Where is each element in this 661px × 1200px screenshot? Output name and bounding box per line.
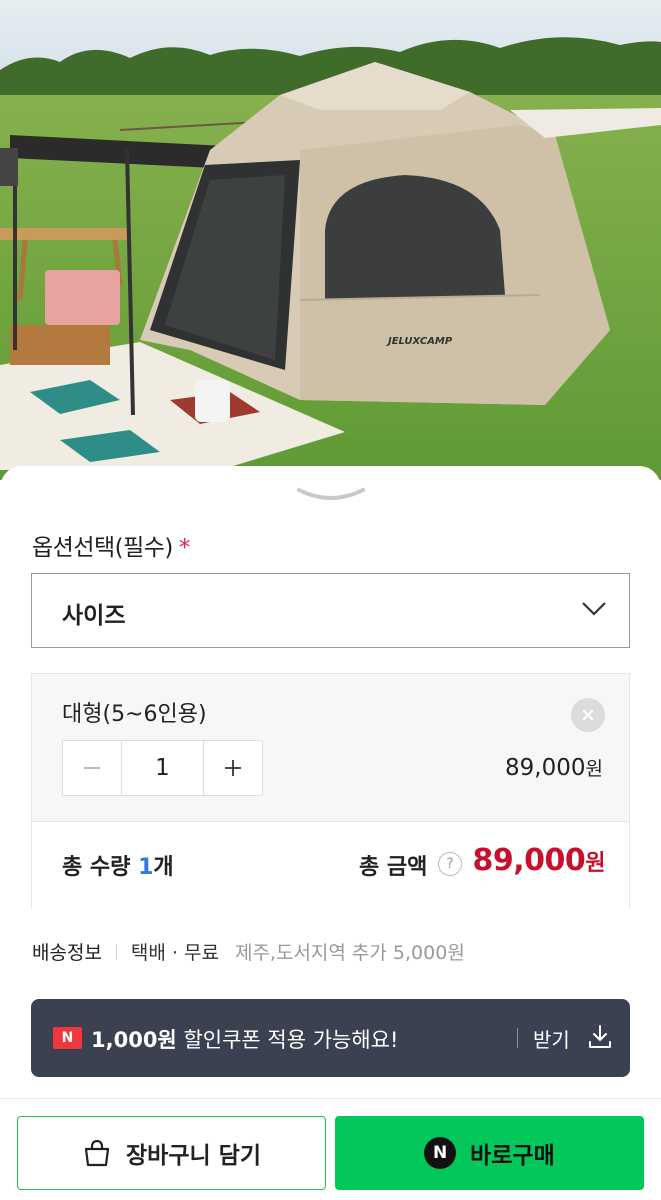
- option-price: 89,000원: [505, 754, 603, 781]
- selected-option-item: 대형(5~6인용) 1 89,000원 총 수량 1개 총 금액 ? 89,00…: [31, 673, 630, 909]
- help-icon[interactable]: ?: [438, 852, 462, 876]
- add-to-cart-button[interactable]: 장바구니 담기: [17, 1116, 326, 1190]
- shipping-extra-fee: 제주,도서지역 추가 5,000원: [234, 942, 465, 964]
- shipping-divider: [115, 943, 117, 960]
- sheet-collapse-icon[interactable]: [297, 484, 365, 504]
- required-mark: *: [178, 535, 191, 561]
- total-amount-unit: 원: [585, 851, 605, 876]
- quantity-input[interactable]: 1: [121, 741, 204, 795]
- option-sheet: 옵션선택(필수) * 사이즈 대형(5~6인용) 1 89,000원 총 수량 1…: [0, 466, 661, 1200]
- total-summary: 총 수량 1개 총 금액 ? 89,000원: [32, 821, 629, 909]
- total-amount: 89,000원: [472, 843, 605, 878]
- shopping-bag-icon: [84, 1139, 110, 1167]
- remove-option-button[interactable]: [571, 698, 605, 732]
- buy-now-button[interactable]: N 바로구매: [335, 1116, 644, 1190]
- coupon-receive-button[interactable]: 받기: [533, 1024, 570, 1053]
- total-quantity: 총 수량 1개: [62, 849, 174, 881]
- product-image: JELUXCAMP: [0, 0, 661, 480]
- option-price-unit: 원: [585, 758, 603, 780]
- download-icon[interactable]: [586, 1023, 614, 1051]
- minus-icon: [84, 767, 100, 769]
- naver-coupon-icon: N: [53, 1027, 82, 1049]
- total-quantity-value: 1: [138, 855, 154, 880]
- size-select[interactable]: 사이즈: [31, 573, 630, 648]
- coupon-divider: [517, 1028, 518, 1048]
- option-title-text: 옵션선택(필수): [32, 535, 173, 561]
- total-quantity-label: 총 수량: [62, 855, 131, 880]
- tent-brand-logo: JELUXCAMP: [386, 336, 453, 347]
- decrease-quantity-button[interactable]: [63, 741, 121, 795]
- chevron-down-icon: [582, 602, 606, 616]
- coupon-text: 할인쿠폰 적용 가능해요!: [183, 1028, 399, 1052]
- total-quantity-unit: 개: [153, 855, 174, 880]
- size-select-label: 사이즈: [62, 603, 126, 629]
- buy-now-label: 바로구매: [470, 1143, 555, 1169]
- coupon-message: 1,000원 할인쿠폰 적용 가능해요!: [91, 1024, 398, 1054]
- selected-option-name: 대형(5~6인용): [62, 702, 207, 727]
- total-amount-value: 89,000: [472, 843, 586, 878]
- quantity-stepper: 1: [62, 740, 263, 796]
- add-to-cart-label: 장바구니 담기: [126, 1143, 261, 1169]
- total-amount-label: 총 금액: [359, 855, 428, 880]
- coupon-banner[interactable]: N 1,000원 할인쿠폰 적용 가능해요! 받기: [31, 999, 630, 1077]
- bottom-divider: [0, 1098, 661, 1099]
- option-title: 옵션선택(필수) *: [32, 528, 190, 562]
- shipping-info: 배송정보 택배 · 무료 제주,도서지역 추가 5,000원: [32, 938, 465, 965]
- close-icon: [582, 709, 594, 721]
- option-price-value: 89,000: [505, 755, 586, 781]
- coupon-amount: 1,000원: [91, 1028, 177, 1052]
- naver-pay-icon: N: [424, 1137, 457, 1169]
- increase-quantity-button[interactable]: [204, 741, 262, 795]
- plus-icon: [225, 760, 241, 776]
- shipping-method: 택배 · 무료: [130, 942, 219, 964]
- shipping-label: 배송정보: [32, 942, 102, 964]
